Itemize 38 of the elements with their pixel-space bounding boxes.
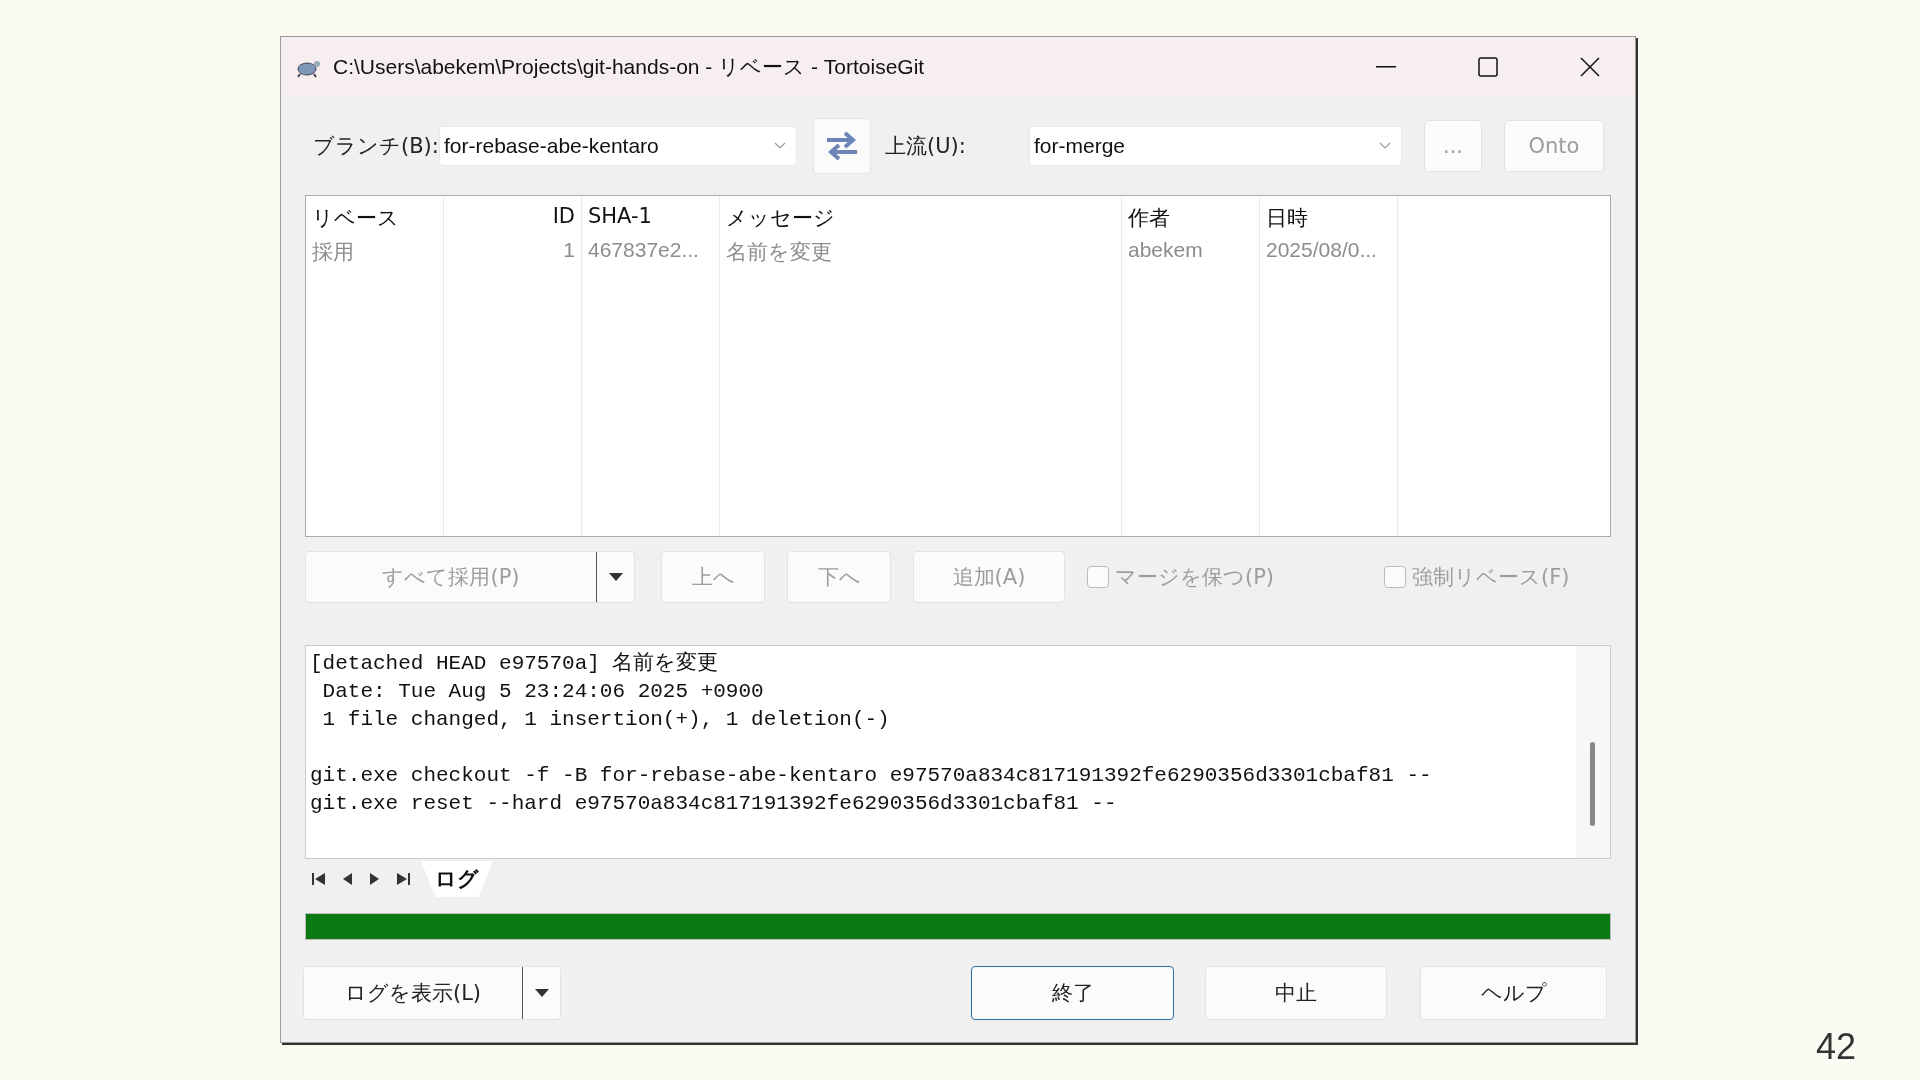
branch-dropdown[interactable]: for-rebase-abe-kentaro [439, 126, 797, 166]
caret-icon [534, 989, 549, 997]
upstream-dropdown[interactable]: for-merge [1029, 126, 1402, 166]
log-line: git.exe checkout -f -B for-rebase-abe-kentaro e97570a834c817191392fe6290356d3301cbaf81 -- [310, 763, 1433, 789]
minimize-icon [1376, 66, 1396, 68]
slide-number: 42 [1816, 1026, 1857, 1068]
chevron-down-icon [1379, 142, 1391, 150]
swap-arrows-icon [825, 131, 859, 161]
table-cell-text: 名前を変更 [725, 239, 833, 265]
table-cell-text: 467837e2... [587, 237, 700, 263]
column-header[interactable]: リベース [306, 196, 443, 234]
branch-label: ブランチ(B): [313, 133, 439, 160]
column-header[interactable]: 作者 [1122, 196, 1259, 234]
dialog-button[interactable]: 終了 [971, 966, 1174, 1020]
column-header[interactable]: メッセージ [720, 196, 1121, 234]
show-log-split-button[interactable]: ログを表示(L) [303, 966, 561, 1020]
swap-button[interactable] [813, 118, 871, 174]
window-title: C:\Users\abekem\Projects\git-hands-on - リベース - TortoiseGit [333, 54, 926, 80]
caret-icon [608, 573, 623, 581]
table-cell-text: 1 [562, 237, 576, 263]
close-icon [1580, 57, 1600, 77]
table-cell-text: abekem [1127, 237, 1204, 263]
dialog-button[interactable]: ヘルプ [1420, 966, 1607, 1020]
log-line: git.exe reset --hard e97570a834c817191392fe6290356d3301cbaf81 -- [310, 791, 1118, 817]
maximize-icon [1478, 57, 1498, 77]
dialog-button[interactable]: 中止 [1205, 966, 1387, 1020]
column-header[interactable]: 日時 [1260, 196, 1397, 234]
column-header[interactable]: ID [444, 196, 581, 234]
upstream-label: 上流(U): [885, 133, 967, 160]
log-line: [detached HEAD e97570a] 名前を変更 [310, 650, 720, 677]
scrollbar[interactable] [1576, 646, 1610, 858]
table-cell-text: 2025/08/0... [1265, 237, 1378, 263]
table-cell-text: 採用 [311, 239, 355, 265]
column-header[interactable]: SHA-1 [582, 196, 719, 234]
log-line: 1 file changed, 1 insertion(+), 1 deletion(-) [321, 707, 891, 733]
log-line: Date: Tue Aug 5 23:24:06 2025 +0900 [321, 679, 765, 705]
log-tab[interactable]: ログ [421, 861, 493, 897]
chevron-down-icon [774, 142, 786, 150]
